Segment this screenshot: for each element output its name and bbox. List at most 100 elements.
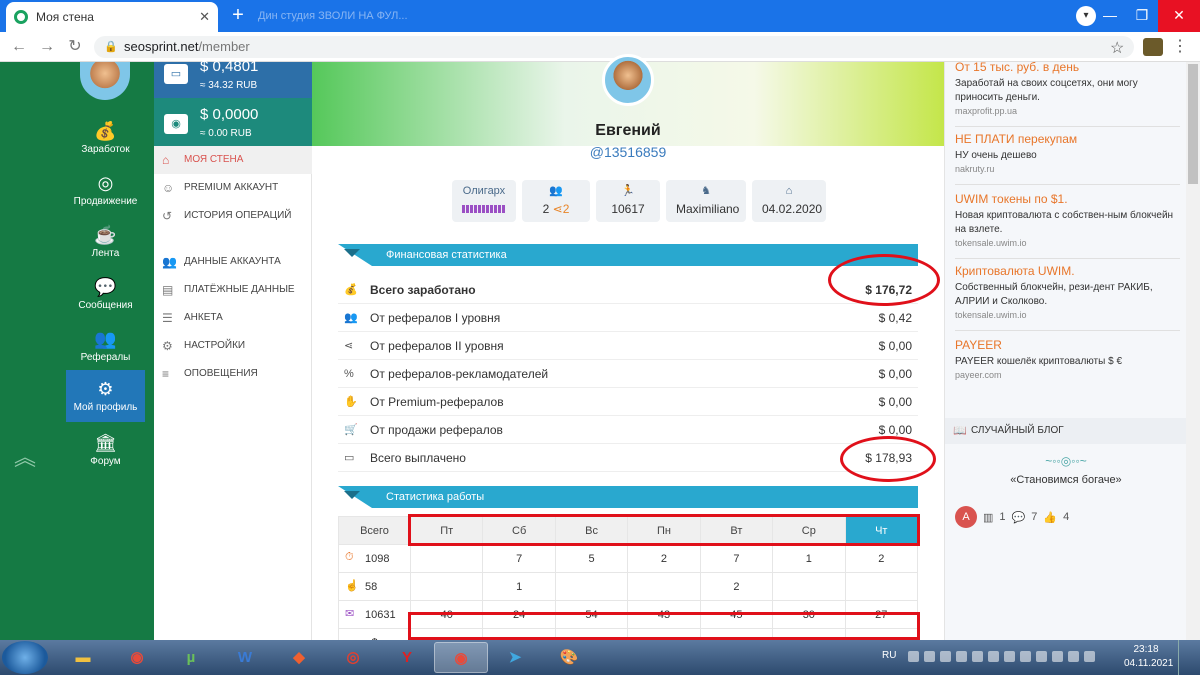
- start-button[interactable]: [2, 641, 48, 674]
- runner-icon: 🏃: [621, 185, 635, 197]
- tray-icon[interactable]: [1004, 651, 1015, 662]
- divider: [955, 126, 1180, 127]
- tray-icon[interactable]: [1020, 651, 1031, 662]
- regdate-chip: ⌂ 04.02.2020: [752, 180, 826, 222]
- menu-notifications[interactable]: ≡ ОПОВЕЩЕНИЯ: [154, 360, 312, 388]
- chrome-menu-icon[interactable]: ⋮: [1172, 36, 1188, 56]
- blog-author-avatar[interactable]: А: [955, 506, 977, 528]
- ad-block[interactable]: Криптовалюта UWIM. Собственный блокчейн,…: [955, 264, 1180, 331]
- maximize-button[interactable]: ❐: [1126, 0, 1158, 32]
- table-cell: [554, 572, 629, 601]
- page-scrollbar[interactable]: [1186, 62, 1200, 640]
- wallet-icon: ▭: [344, 452, 355, 464]
- brave-taskbar-icon[interactable]: ◆: [272, 642, 326, 673]
- close-window-button[interactable]: ✕: [1158, 0, 1200, 32]
- status-chip[interactable]: Олигарх: [452, 180, 516, 222]
- scrollbar-thumb[interactable]: [1188, 64, 1198, 184]
- ad-block[interactable]: НЕ ПЛАТИ перекупам НУ очень дешево nakru…: [955, 132, 1180, 185]
- explorer-taskbar-icon[interactable]: ▬: [56, 642, 110, 673]
- reg-date: 04.02.2020: [762, 202, 823, 216]
- paint-taskbar-icon[interactable]: 🎨: [542, 642, 596, 673]
- fin-value: $ 0,00: [878, 367, 912, 381]
- tray-icon[interactable]: [1052, 651, 1063, 662]
- referrer-chip[interactable]: ♞ Maximiliano: [666, 180, 746, 222]
- ad-title[interactable]: PAYEER: [955, 338, 1180, 353]
- reload-button[interactable]: ↻: [64, 36, 86, 58]
- user-avatar[interactable]: [602, 54, 654, 106]
- referrals-chip[interactable]: 👥 2 ⋖2: [522, 180, 590, 222]
- nav-label: Продвижение: [73, 196, 138, 207]
- word-taskbar-icon[interactable]: W: [218, 642, 272, 673]
- table-cell: 7: [699, 544, 774, 573]
- ad-title[interactable]: UWIM токены по $1.: [955, 192, 1180, 207]
- nav-item-messages[interactable]: 💬 Сообщения: [66, 268, 145, 320]
- chrome-active-taskbar-icon[interactable]: ◉: [434, 642, 488, 673]
- menu-settings[interactable]: ⚙ НАСТРОЙКИ: [154, 332, 312, 360]
- tray-icon[interactable]: [1036, 651, 1047, 662]
- extension-icon[interactable]: [1143, 38, 1163, 56]
- new-tab-button[interactable]: +: [226, 4, 250, 28]
- chrome-profile-icon[interactable]: ▾: [1076, 6, 1096, 26]
- ad-block[interactable]: От 15 тыс. руб. в день Заработай на свои…: [955, 60, 1180, 127]
- fin-label: Всего заработано: [370, 283, 476, 297]
- ad-title[interactable]: Криптовалюта UWIM.: [955, 264, 1180, 279]
- tray-icon[interactable]: [940, 651, 951, 662]
- ad-title[interactable]: От 15 тыс. руб. в день: [955, 60, 1180, 75]
- nav-item-feed[interactable]: ☕ Лента: [66, 216, 145, 268]
- menu-profile-form[interactable]: ☰ АНКЕТА: [154, 304, 312, 332]
- menu-history[interactable]: ↺ ИСТОРИЯ ОПЕРАЦИЙ: [154, 202, 312, 230]
- bookmark-star-icon[interactable]: ☆: [1110, 38, 1124, 58]
- referrals-count: 2: [542, 202, 550, 216]
- clock-time: 23:18: [1133, 644, 1159, 655]
- clock[interactable]: 23:18 04.11.2021: [1124, 643, 1173, 671]
- close-tab-icon[interactable]: ✕: [199, 9, 210, 25]
- tray-icon[interactable]: [1084, 651, 1095, 662]
- nav-item-promotion[interactable]: ◎ Продвижение: [66, 164, 145, 216]
- tray-icon[interactable]: [1068, 651, 1079, 662]
- menu-payment[interactable]: ▤ ПЛАТЁЖНЫЕ ДАННЫЕ: [154, 276, 312, 304]
- col-total: Всего: [338, 516, 411, 545]
- browser-tab-inactive[interactable]: Дин студия ЗВОЛИ НА ФУЛ...: [252, 6, 452, 26]
- menu-premium[interactable]: ☺ PREMIUM АККАУНТ: [154, 174, 312, 202]
- nav-item-forum[interactable]: 🏛 Форум: [66, 424, 145, 476]
- nav-item-profile[interactable]: ⚙ Мой профиль: [66, 370, 145, 422]
- telegram-taskbar-icon[interactable]: ➤: [488, 642, 542, 673]
- ad-title[interactable]: НЕ ПЛАТИ перекупам: [955, 132, 1180, 147]
- table-cell: [844, 572, 919, 601]
- rating-chip[interactable]: 🏃 10617: [596, 180, 660, 222]
- utorrent-taskbar-icon[interactable]: µ: [164, 642, 218, 673]
- nav-item-earnings[interactable]: 💰 Заработок: [66, 112, 145, 164]
- tray-icon[interactable]: [908, 651, 919, 662]
- nav-label: Лента: [91, 248, 120, 259]
- url-input[interactable]: 🔒 seosprint.net/member: [94, 36, 1134, 58]
- browser-tab-active[interactable]: Моя стена ✕: [6, 2, 218, 32]
- tray-icon[interactable]: [988, 651, 999, 662]
- ad-block[interactable]: PAYEER PAYEER кошелёк криптовалюты $ € p…: [955, 338, 1180, 382]
- opera-taskbar-icon[interactable]: ◎: [326, 642, 380, 673]
- chrome-taskbar-icon[interactable]: ◉: [110, 642, 164, 673]
- yandex-taskbar-icon[interactable]: Y: [380, 642, 434, 673]
- table-cell: 5: [554, 544, 629, 573]
- address-bar-row: ← → ↻ 🔒 seosprint.net/member: [0, 32, 1200, 62]
- back-button[interactable]: ←: [8, 36, 30, 58]
- tray-icon[interactable]: [924, 651, 935, 662]
- scroll-up-icon[interactable]: ︽: [14, 440, 36, 472]
- tray-icon[interactable]: [972, 651, 983, 662]
- ornament-icon: ~◦◦◎◦◦~: [1045, 454, 1087, 468]
- language-indicator[interactable]: RU: [882, 650, 896, 661]
- menu-my-wall[interactable]: ⌂ МОЯ СТЕНА: [154, 146, 312, 174]
- rating-value: 10617: [611, 202, 645, 216]
- menu-account-data[interactable]: 👥 ДАННЫЕ АККАУНТА: [154, 248, 312, 276]
- show-desktop-button[interactable]: [1178, 640, 1200, 675]
- tray-icon[interactable]: [956, 651, 967, 662]
- user-id-link[interactable]: @13516859: [312, 144, 944, 160]
- table-cell: 2: [844, 544, 919, 573]
- menu-label: ОПОВЕЩЕНИЯ: [184, 368, 258, 379]
- blog-title[interactable]: «Становимся богаче»: [945, 474, 1187, 486]
- forward-button[interactable]: →: [36, 36, 58, 58]
- ad-url: tokensale.uwim.io: [955, 310, 1027, 320]
- balance-main[interactable]: ▭ $ 0,4801 ≈ 34.32 RUB: [154, 58, 312, 98]
- nav-item-referrals[interactable]: 👥 Рефералы: [66, 320, 145, 372]
- ad-block[interactable]: UWIM токены по $1. Новая криптовалюта с …: [955, 192, 1180, 259]
- minimize-button[interactable]: —: [1094, 0, 1126, 32]
